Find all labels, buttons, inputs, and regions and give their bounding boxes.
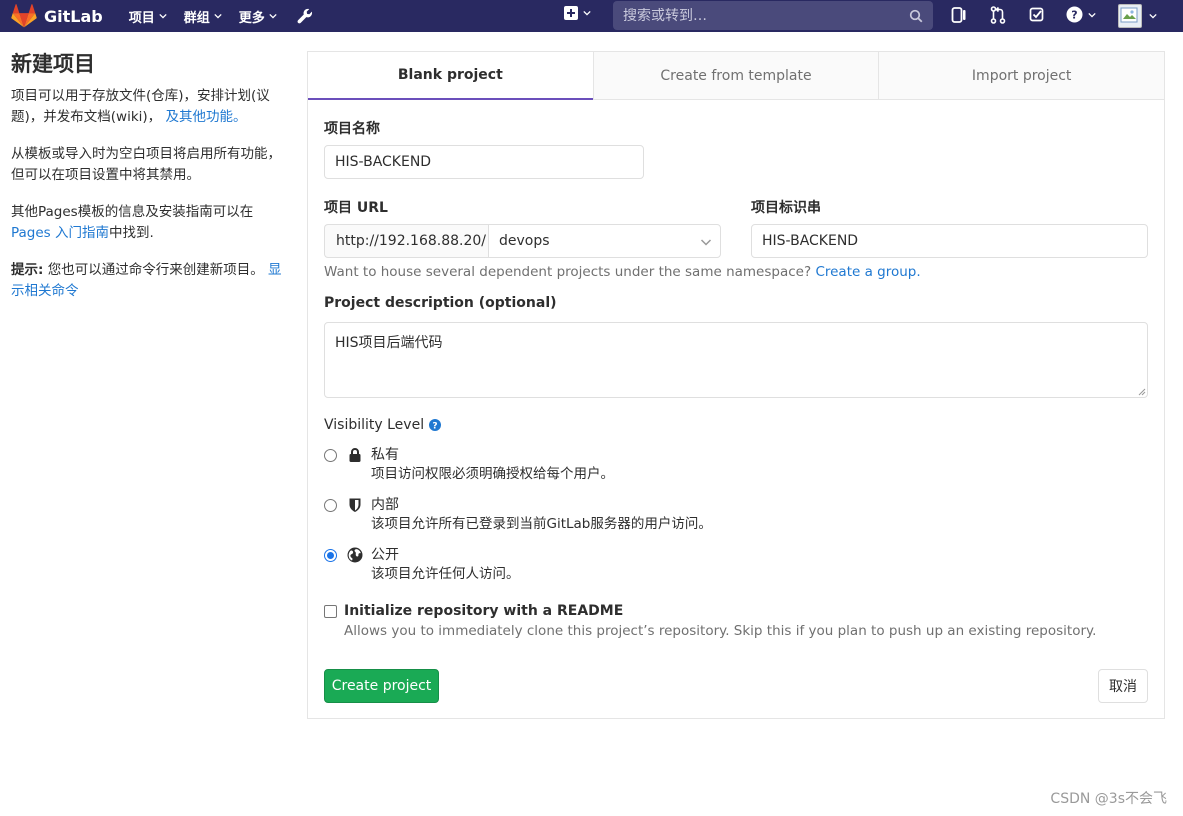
project-slug-label: 项目标识串	[751, 200, 821, 216]
create-project-button[interactable]: Create project	[324, 669, 439, 703]
visibility-option-internal[interactable]: 内部 该项目允许所有已登录到当前GitLab服务器的用户访问。	[324, 496, 712, 534]
more-features-link[interactable]: 及其他功能。	[165, 109, 246, 125]
chevron-down-icon	[269, 13, 277, 19]
page-title: 新建项目	[11, 52, 95, 76]
pages-guide-link[interactable]: Pages 入门指南	[11, 225, 109, 241]
chevron-down-icon	[159, 13, 167, 19]
visibility-internal-desc: 该项目允许所有已登录到当前GitLab服务器的用户访问。	[371, 516, 712, 532]
readme-label: Initialize repository with a README	[344, 603, 624, 619]
visibility-internal-text: 内部 该项目允许所有已登录到当前GitLab服务器的用户访问。	[371, 496, 712, 534]
url-prefix: http://192.168.88.20/	[324, 224, 488, 258]
namespace-value: devops	[499, 233, 550, 249]
main-nav: 项目 群组 更多	[129, 0, 314, 32]
visibility-public-text: 公开 该项目允许任何人访问。	[371, 546, 520, 584]
project-description-textarea[interactable]: HIS项目后端代码	[324, 322, 1148, 398]
visibility-private-text: 私有 项目访问权限必须明确授权给每个用户。	[371, 446, 614, 484]
search-box[interactable]	[613, 1, 933, 30]
project-name-input[interactable]	[324, 145, 644, 179]
broken-image-icon	[1120, 7, 1138, 23]
visibility-option-public[interactable]: 公开 该项目允许任何人访问。	[324, 546, 520, 584]
search-icon	[909, 9, 923, 22]
nav-more-label: 更多	[238, 10, 265, 26]
visibility-private-radio[interactable]	[324, 449, 337, 462]
namespace-select[interactable]: devops	[488, 224, 721, 258]
top-navbar: GitLab 项目 群组 更多 搜索或转到… ?	[0, 0, 1183, 32]
chevron-down-icon[interactable]	[1149, 12, 1157, 20]
tab-import-project[interactable]: Import project	[878, 52, 1165, 100]
gitlab-logo-icon	[11, 4, 37, 28]
tip-text: 您也可以通过命令行来创建新项目。	[47, 262, 264, 278]
help-icon: ?	[1066, 6, 1083, 23]
nav-projects[interactable]: 项目	[129, 7, 167, 26]
new-dropdown[interactable]	[564, 6, 591, 20]
shield-icon	[349, 498, 361, 512]
chevron-down-icon	[700, 239, 712, 246]
chevron-down-icon	[583, 10, 591, 16]
project-tabs: Blank project Create from template Impor…	[308, 52, 1165, 100]
help-dropdown[interactable]: ?	[1066, 6, 1096, 23]
nav-groups-label: 群组	[183, 10, 210, 26]
visibility-private-title: 私有	[371, 447, 399, 463]
visibility-heading: Visibility Level ?	[324, 417, 442, 433]
visibility-public-title: 公开	[371, 547, 399, 563]
brand[interactable]: GitLab	[11, 0, 103, 32]
tip-label: 提示:	[11, 262, 44, 278]
visibility-public-radio[interactable]	[324, 549, 337, 562]
sidebar-info: 新建项目 项目可以用于存放文件(仓库)，安排计划(议题)，并发布文档(wiki)…	[11, 50, 287, 302]
chevron-down-icon	[214, 13, 222, 19]
readme-text: Initialize repository with a README Allo…	[344, 602, 1096, 642]
project-url-label: 项目 URL	[324, 200, 388, 216]
project-name-label: 项目名称	[324, 121, 380, 137]
project-description-label: Project description (optional)	[324, 295, 557, 311]
svg-text:?: ?	[1071, 9, 1077, 22]
pages-paragraph: 其他Pages模板的信息及安装指南可以在 Pages 入门指南中找到.	[11, 202, 287, 244]
question-circle-icon[interactable]: ?	[429, 419, 442, 432]
readme-checkbox[interactable]	[324, 605, 337, 618]
globe-icon	[347, 547, 363, 563]
merge-request-icon[interactable]	[990, 6, 1006, 24]
watermark: CSDN @3s不会飞	[1050, 791, 1167, 807]
pages-text-after: 中找到.	[109, 225, 154, 241]
pages-text-before: 其他Pages模板的信息及安装指南可以在	[11, 204, 254, 220]
create-group-link[interactable]: Create a group.	[815, 264, 920, 280]
cancel-button[interactable]: 取消	[1098, 669, 1148, 703]
avatar[interactable]	[1118, 4, 1142, 28]
search-input[interactable]	[623, 7, 909, 24]
tip-paragraph: 提示: 您也可以通过命令行来创建新项目。 显示相关命令	[11, 260, 287, 302]
visibility-label: Visibility Level	[324, 417, 425, 433]
project-slug-input[interactable]	[751, 224, 1148, 258]
readme-help: Allows you to immediately clone this pro…	[344, 623, 1097, 639]
readme-option[interactable]: Initialize repository with a README Allo…	[324, 602, 1096, 642]
template-paragraph: 从模板或导入时为空白项目将启用所有功能，但可以在项目设置中将其禁用。	[11, 144, 287, 186]
nav-projects-label: 项目	[128, 10, 155, 26]
visibility-public-desc: 该项目允许任何人访问。	[371, 566, 520, 582]
visibility-private-desc: 项目访问权限必须明确授权给每个用户。	[371, 466, 614, 482]
admin-wrench-icon[interactable]	[296, 7, 314, 25]
visibility-internal-radio[interactable]	[324, 499, 337, 512]
todo-icon[interactable]	[1029, 6, 1045, 24]
tab-create-from-template[interactable]: Create from template	[592, 52, 879, 100]
visibility-option-private[interactable]: 私有 项目访问权限必须明确授权给每个用户。	[324, 446, 614, 484]
group-help-text: Want to house several dependent projects…	[324, 264, 812, 280]
svg-text:?: ?	[432, 422, 437, 432]
group-help: Want to house several dependent projects…	[324, 264, 921, 280]
new-project-panel: Blank project Create from template Impor…	[307, 51, 1165, 719]
chevron-down-icon	[1088, 12, 1096, 18]
nav-groups[interactable]: 群组	[184, 7, 222, 26]
lock-icon	[349, 448, 361, 462]
nav-more[interactable]: 更多	[239, 7, 277, 26]
board-icon[interactable]	[951, 6, 967, 24]
resize-grip-icon[interactable]	[1137, 387, 1146, 396]
brand-name: GitLab	[44, 6, 103, 26]
description-wrapper: HIS项目后端代码	[324, 322, 1148, 398]
plus-square-icon	[564, 6, 578, 20]
template-text: 从模板或导入时为空白项目将启用所有功能，但可以在项目设置中将其禁用。	[11, 146, 281, 183]
intro-paragraph: 项目可以用于存放文件(仓库)，安排计划(议题)，并发布文档(wiki)， 及其他…	[11, 86, 287, 128]
visibility-internal-title: 内部	[371, 497, 399, 513]
tab-blank-project[interactable]: Blank project	[308, 52, 593, 100]
